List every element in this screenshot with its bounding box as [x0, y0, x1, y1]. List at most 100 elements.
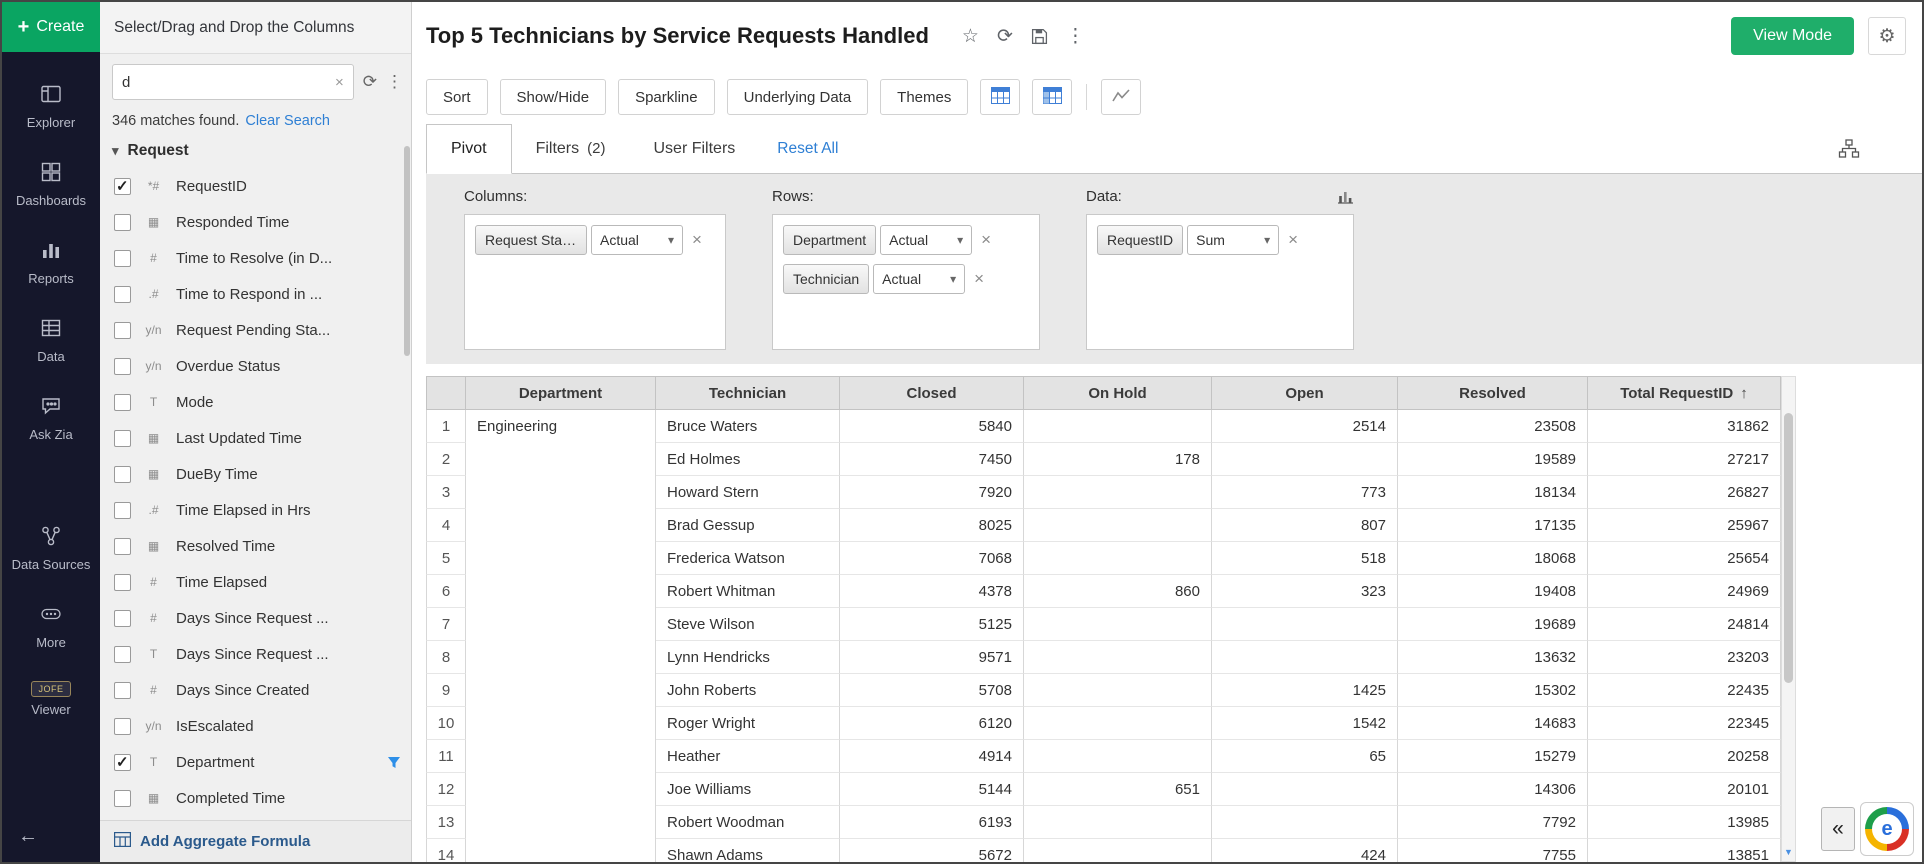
field-item[interactable]: ▦ Last Updated Time — [100, 420, 411, 456]
field-item[interactable]: T Department — [100, 744, 411, 780]
remove-chip-icon[interactable]: × — [1288, 230, 1298, 250]
column-chip[interactable]: Request Stat... Actual▾ × — [475, 225, 702, 255]
field-checkbox[interactable] — [114, 502, 131, 519]
column-header-department[interactable]: Department — [466, 376, 656, 410]
panel-scrollbar-thumb[interactable] — [404, 146, 410, 356]
field-item[interactable]: T Days Since Request ... — [100, 636, 411, 672]
create-button[interactable]: + Create — [2, 2, 100, 52]
field-item[interactable]: ▦ Resolved Time — [100, 528, 411, 564]
table-row[interactable]: 14 Shawn Adams 5672 424 7755 13851 — [426, 839, 1922, 862]
field-item[interactable]: ▦ DueBy Time — [100, 456, 411, 492]
clear-input-icon[interactable]: × — [335, 74, 344, 91]
table-row[interactable]: 13 Robert Woodman 6193 7792 13985 — [426, 806, 1922, 839]
reset-all-link[interactable]: Reset All — [777, 140, 838, 158]
tab-pivot[interactable]: Pivot — [426, 124, 512, 174]
brand-logo[interactable]: e — [1860, 802, 1914, 856]
toolbar-button[interactable]: Sort — [426, 79, 488, 115]
tab-filters[interactable]: Filters(2) — [512, 124, 630, 173]
column-header-open[interactable]: Open — [1212, 376, 1398, 410]
toolbar-button[interactable]: Sparkline — [618, 79, 715, 115]
field-checkbox[interactable] — [114, 538, 131, 555]
sidebar-item-data[interactable]: Data — [2, 302, 100, 380]
field-checkbox[interactable] — [114, 178, 131, 195]
field-item[interactable]: T Mode — [100, 384, 411, 420]
field-item[interactable]: y/n Request Pending Sta... — [100, 312, 411, 348]
chip-mode-select[interactable]: Actual▾ — [873, 264, 965, 294]
remove-chip-icon[interactable]: × — [981, 230, 991, 250]
field-checkbox[interactable] — [114, 718, 131, 735]
field-checkbox[interactable] — [114, 754, 131, 771]
field-item[interactable]: y/n Overdue Status — [100, 348, 411, 384]
tab-user-filters[interactable]: User Filters — [629, 124, 759, 173]
save-icon[interactable] — [1031, 28, 1048, 45]
table-row[interactable]: 6 Robert Whitman 4378 860 323 19408 2496… — [426, 575, 1922, 608]
field-item[interactable]: .# Time to Respond in ... — [100, 276, 411, 312]
table-scrollbar-thumb[interactable] — [1784, 413, 1793, 683]
panel-kebab-icon[interactable]: ⋮ — [386, 72, 403, 92]
field-item[interactable]: ▦ Responded Time — [100, 204, 411, 240]
collapse-sidebar-button[interactable]: ← — [2, 813, 100, 862]
toolbar-button[interactable]: Show/Hide — [500, 79, 607, 115]
column-header-resolved[interactable]: Resolved — [1398, 376, 1588, 410]
field-item[interactable]: *# RequestID — [100, 168, 411, 204]
sidebar-item-ask-zia[interactable]: Ask Zia — [2, 380, 100, 458]
sidebar-item-viewer[interactable]: JOFE Viewer — [2, 666, 100, 733]
field-checkbox[interactable] — [114, 466, 131, 483]
chip-mode-select[interactable]: Actual▾ — [591, 225, 683, 255]
field-checkbox[interactable] — [114, 286, 131, 303]
remove-chip-icon[interactable]: × — [692, 230, 702, 250]
settings-gear-button[interactable]: ⚙ — [1868, 17, 1906, 55]
sidebar-item-reports[interactable]: Reports — [2, 224, 100, 302]
chip-field-name[interactable]: Department — [783, 225, 876, 255]
refresh-report-icon[interactable]: ⟳ — [997, 25, 1013, 48]
field-checkbox[interactable] — [114, 610, 131, 627]
column-header-onhold[interactable]: On Hold — [1024, 376, 1212, 410]
collapse-panel-button[interactable]: « — [1821, 807, 1855, 851]
table-row[interactable]: 11 Heather 4914 65 15279 20258 — [426, 740, 1922, 773]
table-row[interactable]: 8 Lynn Hendricks 9571 13632 23203 — [426, 641, 1922, 674]
field-checkbox[interactable] — [114, 646, 131, 663]
field-item[interactable]: # Days Since Request ... — [100, 600, 411, 636]
table-row[interactable]: 9 John Roberts 5708 1425 15302 22435 — [426, 674, 1922, 707]
table-row[interactable]: 3 Howard Stern 7920 773 18134 26827 — [426, 476, 1922, 509]
field-checkbox[interactable] — [114, 574, 131, 591]
column-header-technician[interactable]: Technician — [656, 376, 840, 410]
clear-search-link[interactable]: Clear Search — [245, 113, 330, 129]
filter-funnel-icon[interactable] — [387, 755, 401, 769]
add-aggregate-formula-button[interactable]: Add Aggregate Formula — [100, 820, 411, 862]
table-row[interactable]: 1 Engineering Bruce Waters 5840 2514 235… — [426, 410, 1922, 443]
field-item[interactable]: .# Time Elapsed in Hrs — [100, 492, 411, 528]
field-checkbox[interactable] — [114, 322, 131, 339]
field-checkbox[interactable] — [114, 250, 131, 267]
remove-chip-icon[interactable]: × — [974, 269, 984, 289]
table-row[interactable]: 10 Roger Wright 6120 1542 14683 22345 — [426, 707, 1922, 740]
columns-dropzone[interactable]: Request Stat... Actual▾ × — [464, 214, 726, 350]
table-row[interactable]: 12 Joe Williams 5144 651 14306 20101 — [426, 773, 1922, 806]
favorite-star-icon[interactable]: ☆ — [962, 25, 979, 48]
table-view-button[interactable] — [980, 79, 1020, 115]
field-checkbox[interactable] — [114, 682, 131, 699]
field-item[interactable]: # Days Since Created — [100, 672, 411, 708]
panel-scrollbar[interactable] — [402, 114, 411, 816]
field-item[interactable]: y/n IsEscalated — [100, 708, 411, 744]
data-chip[interactable]: RequestID Sum▾ × — [1097, 225, 1298, 255]
chip-field-name[interactable]: RequestID — [1097, 225, 1183, 255]
table-row[interactable]: 4 Brad Gessup 8025 807 17135 25967 — [426, 509, 1922, 542]
chip-field-name[interactable]: Technician — [783, 264, 869, 294]
rows-dropzone[interactable]: Department Actual▾ × Technician Actual▾ … — [772, 214, 1040, 350]
column-header-closed[interactable]: Closed — [840, 376, 1024, 410]
field-checkbox[interactable] — [114, 214, 131, 231]
kebab-menu-icon[interactable]: ⋮ — [1066, 25, 1085, 48]
field-item[interactable]: # Time Elapsed — [100, 564, 411, 600]
sidebar-item-dashboards[interactable]: Dashboards — [2, 146, 100, 224]
field-item[interactable]: ▦ Completed Time — [100, 780, 411, 816]
toolbar-button[interactable]: Themes — [880, 79, 968, 115]
column-header-total[interactable]: Total RequestID↑ — [1588, 376, 1781, 410]
row-chip[interactable]: Technician Actual▾ × — [783, 264, 984, 294]
chart-view-button[interactable] — [1101, 79, 1141, 115]
row-chip[interactable]: Department Actual▾ × — [783, 225, 991, 255]
field-checkbox[interactable] — [114, 790, 131, 807]
sidebar-item-data-sources[interactable]: Data Sources — [2, 510, 100, 588]
scroll-down-icon[interactable]: ▼ — [1782, 847, 1795, 857]
chip-field-name[interactable]: Request Stat... — [475, 225, 587, 255]
